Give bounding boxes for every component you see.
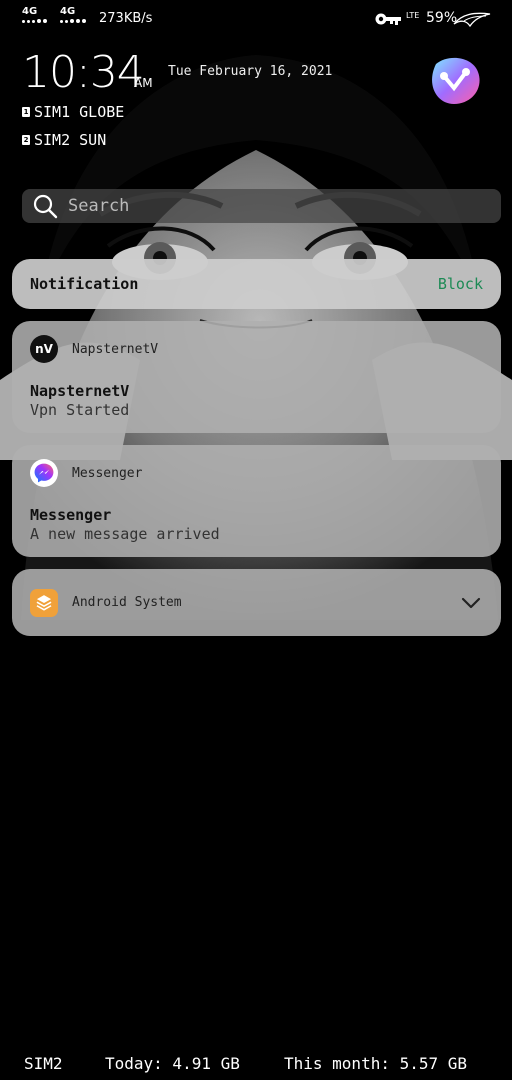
sim1-carrier: 1 SIM1 GLOBE [22, 103, 124, 121]
clock-time: 10:34 [22, 47, 145, 98]
data-usage-footer: SIM2 Today: 4.91 GB This month: 5.57 GB [0, 1050, 512, 1078]
sim1-network-type: 4G [22, 6, 38, 17]
date-label: Tue February 16, 2021 [168, 64, 333, 79]
napsternetv-icon: nV [30, 335, 58, 363]
sim2-signal-icon: 4G [60, 6, 86, 23]
clock-ampm: AM [134, 76, 153, 90]
search-placeholder: Search [68, 196, 130, 216]
notification-app-name: NapsternetV [72, 341, 159, 357]
sim1-icon: 1 [22, 107, 30, 117]
notification-text: Vpn Started [30, 401, 130, 419]
notification-messenger[interactable]: Messenger Messenger A new message arrive… [12, 445, 501, 557]
sim1-signal-icon: 4G [22, 6, 47, 23]
search-icon [33, 194, 58, 219]
status-bar: 4G 4G 273KB/s LTE 59% [0, 0, 512, 40]
footer-sim-label: SIM2 [24, 1054, 63, 1073]
android-system-icon [30, 588, 58, 617]
notification-app-name: Messenger [72, 465, 143, 481]
sim2-icon: 2 [22, 135, 30, 145]
sim2-network-type: 4G [60, 6, 76, 17]
vpn-key-icon [375, 13, 401, 25]
block-button[interactable]: Block [438, 275, 483, 293]
notification-header: Notification Block [12, 259, 501, 309]
footer-month-usage: This month: 5.57 GB [284, 1054, 468, 1073]
footer-today-usage: Today: 4.91 GB [105, 1054, 240, 1073]
search-bar[interactable]: Search [22, 189, 501, 223]
notification-title: Notification [30, 275, 139, 293]
notification-title: NapsternetV [30, 382, 130, 400]
messenger-icon [30, 459, 58, 487]
notification-title: Messenger [30, 506, 112, 524]
notification-napsternetv[interactable]: nV NapsternetV NapsternetV Vpn Started [12, 321, 501, 433]
network-speed: 273KB/s [99, 11, 153, 26]
notification-text: A new message arrived [30, 525, 220, 543]
expand-chevron-down-icon[interactable] [459, 591, 483, 615]
sim2-label: SIM2 SUN [34, 131, 107, 149]
sim1-label: SIM1 GLOBE [34, 103, 125, 121]
rog-logo-icon [453, 12, 491, 28]
sim2-carrier: 2 SIM2 SUN [22, 131, 106, 149]
app-shortcut-logo-icon[interactable] [428, 54, 482, 106]
notification-android-system[interactable]: Android System [12, 569, 501, 636]
notification-app-name: Android System [72, 595, 182, 610]
lte-indicator: LTE [406, 11, 420, 20]
